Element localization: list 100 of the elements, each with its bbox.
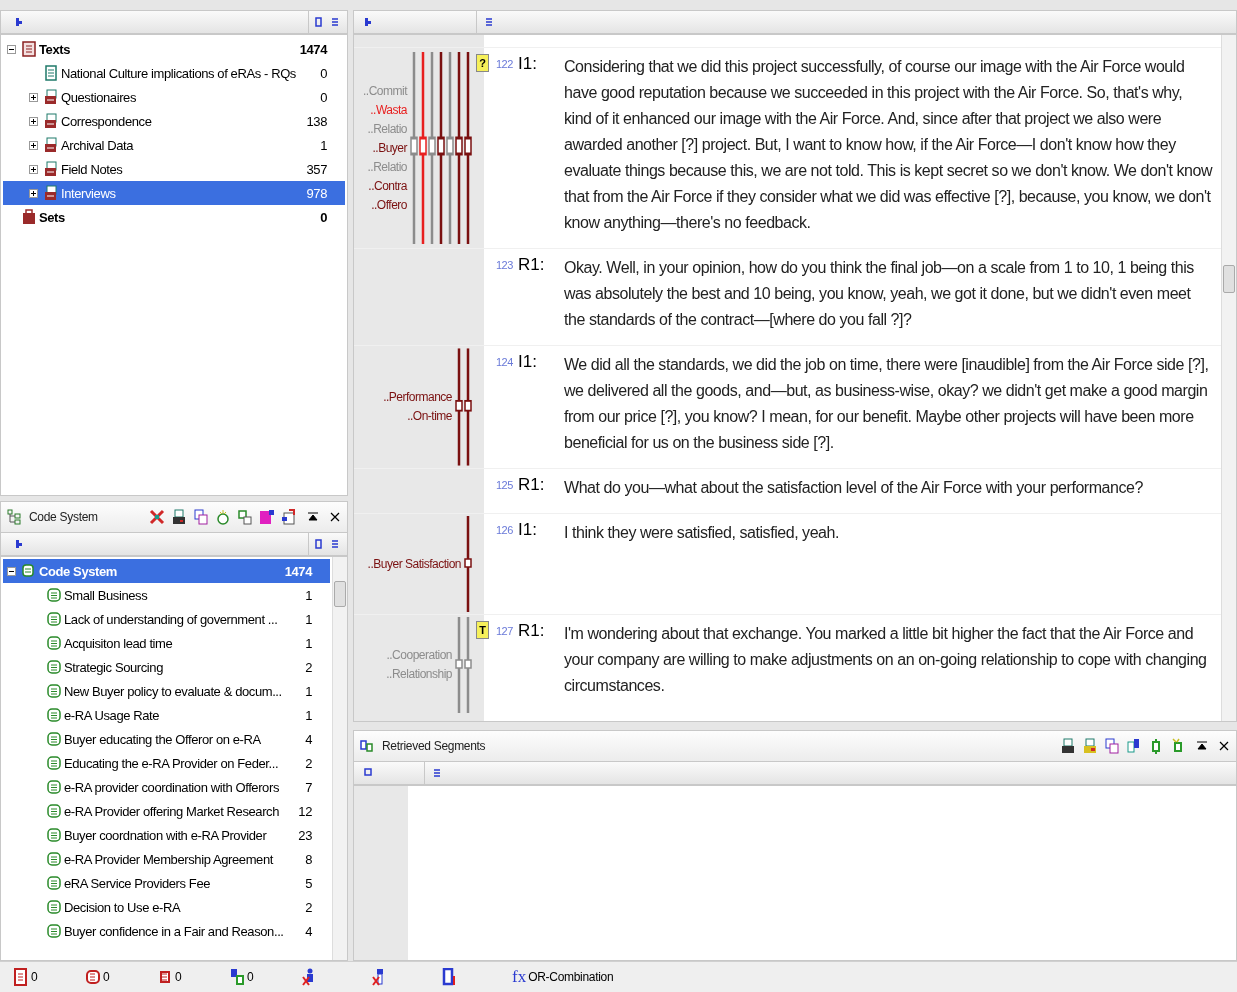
tree-item-count: 4 [305,923,312,939]
sort-icon[interactable] [364,768,372,778]
expander-icon[interactable] [7,44,16,54]
tree-item-count: 0 [320,209,327,225]
scrollbar[interactable] [1221,35,1236,721]
filter-icon[interactable] [259,509,275,525]
code-tree-item[interactable]: e-RA Provider Membership Agreement 8 [3,847,330,871]
code-icon [47,899,61,915]
code-tree-item[interactable]: Lack of understanding of government ... 1 [3,607,330,631]
expander-icon[interactable] [29,140,38,150]
code-tree-item[interactable]: Buyer confidence in a Fair and Reason... 4 [3,919,330,943]
tree-item-label: Archival Data [61,137,135,153]
status-count: 0 [103,970,110,984]
tree-item-label: Buyer educating the Offeror on e-RA [64,731,262,747]
printer-icon[interactable] [1060,738,1076,754]
list-icon[interactable] [331,17,339,27]
expander-icon[interactable] [29,92,38,102]
tree-item-label: Code System [39,563,118,579]
copy-icon[interactable] [193,509,209,525]
variable-icon[interactable] [372,968,386,986]
close-icon[interactable] [1218,740,1230,752]
code-label[interactable]: ..Offero [371,195,407,215]
tree-item-count: 1 [305,611,312,627]
tree-item-label: Small Business [64,587,149,603]
close-icon[interactable] [329,511,341,523]
export-icon[interactable] [281,509,297,525]
code-tree-item[interactable]: Strategic Sourcing 2 [3,655,330,679]
tree-item-count: 1474 [284,563,312,579]
column-marker-icon[interactable] [442,968,456,986]
code-tree-item[interactable]: e-RA Provider offering Market Research 12 [3,799,330,823]
column-icon[interactable] [315,539,323,549]
tree-item-count: 1 [305,587,312,603]
copy-icon[interactable] [1104,738,1120,754]
export-icon[interactable] [1082,738,1098,754]
tree-item-count: 1 [305,635,312,651]
tree-item-label: National Culture implications of eRAs - RQs [61,65,297,81]
expander-icon[interactable] [29,164,38,174]
code-tree-item[interactable]: Buyer educating the Offeror on e-RA 4 [3,727,330,751]
list-icon[interactable] [433,768,441,778]
code-tree-item[interactable]: eRA Service Providers Fee 5 [3,871,330,895]
sort-icon[interactable] [15,539,23,549]
document-tree-item[interactable]: Sets 0 [3,205,345,229]
code-label[interactable]: ..Performance [383,388,452,407]
tree-item-count: 1 [305,683,312,699]
status-count: 0 [31,970,38,984]
document-group-icon [44,113,58,129]
memo-icon[interactable]: ? [476,54,489,72]
code-tree-item[interactable]: Educating the e-RA Provider on Feder... 2 [3,751,330,775]
code-label[interactable]: ..On-time [407,407,452,426]
tree-item-count: 8 [305,851,312,867]
tree-item-label: Strategic Sourcing [64,659,165,675]
document-tree-item[interactable]: Texts 1474 [3,37,345,61]
paragraph-text: We did all the standards, we did the job on time, there were [inaudible] from the Air Force side [?], we delivered all the goods, and—but, as business-wise, okay? we didn't get make a good margin from our price [?], you know? I mean, for our benefit. Maybe other projects will have been more beneficial for us on the business side [?]. [564,355,1210,453]
person-icon[interactable] [302,968,316,986]
code-label[interactable]: ..Buyer Satisfaction [367,554,461,574]
code-tree-item[interactable]: Buyer coordnation with e-RA Provider 23 [3,823,330,847]
document-tree-item[interactable]: Field Notes 357 [3,157,345,181]
code-count-icon[interactable] [86,968,100,986]
document-tree-item[interactable]: Interviews 978 [3,181,345,205]
function-icon[interactable]: fx [512,967,527,987]
code-link-icon[interactable] [237,509,253,525]
expander-icon[interactable] [29,188,38,198]
delete-icon[interactable] [149,509,165,525]
sort-icon[interactable] [364,17,372,27]
code-label[interactable]: ..Buyer [372,138,407,158]
code-tree-item[interactable]: Acquisiton lead time 1 [3,631,330,655]
code-tree-item[interactable]: e-RA Usage Rate 1 [3,703,330,727]
code-icon [47,803,61,819]
code-tree-item[interactable]: New Buyer policy to evaluate & docum... 1 [3,679,330,703]
code-tree-item[interactable]: Small Business 1 [3,583,330,607]
maximize-icon[interactable] [1196,740,1208,752]
code-tree-item[interactable]: e-RA provider coordination with Offerors 7 [3,775,330,799]
sort-icon[interactable] [15,17,23,27]
list-icon[interactable] [485,17,493,27]
code-label[interactable]: ..Wasta [370,100,407,120]
code-tree-item[interactable]: Decision to Use e-RA 2 [3,895,330,919]
document-tree-item[interactable]: Correspondence 138 [3,109,345,133]
code-tree-item[interactable]: Code System 1474 [3,559,330,583]
code-icon [47,779,61,795]
scrollbar[interactable] [332,557,347,960]
doc-count-icon[interactable] [14,968,28,986]
segment-link-icon[interactable] [1126,738,1142,754]
segment-count-icon[interactable] [158,968,172,986]
document-tree-item[interactable]: Archival Data 1 [3,133,345,157]
code-label[interactable]: ..Contra [368,176,407,196]
code-icon [47,875,61,891]
printer-icon[interactable] [171,509,187,525]
list-icon[interactable] [331,539,339,549]
tree-item-count: 2 [305,755,312,771]
column-icon[interactable] [315,17,323,27]
tree-item-label: e-RA Usage Rate [64,707,161,723]
document-tree-item[interactable]: Questionaires 0 [3,85,345,109]
memo-icon[interactable]: T [476,621,489,639]
link-count-icon[interactable] [230,968,244,986]
document-tree-item[interactable]: National Culture implications of eRAs - RQs 0 [3,61,345,85]
expander-icon[interactable] [29,116,38,126]
code-add-icon[interactable] [215,509,231,525]
maximize-icon[interactable] [307,511,319,523]
expander-icon[interactable] [7,566,16,576]
code-icon [47,611,61,627]
